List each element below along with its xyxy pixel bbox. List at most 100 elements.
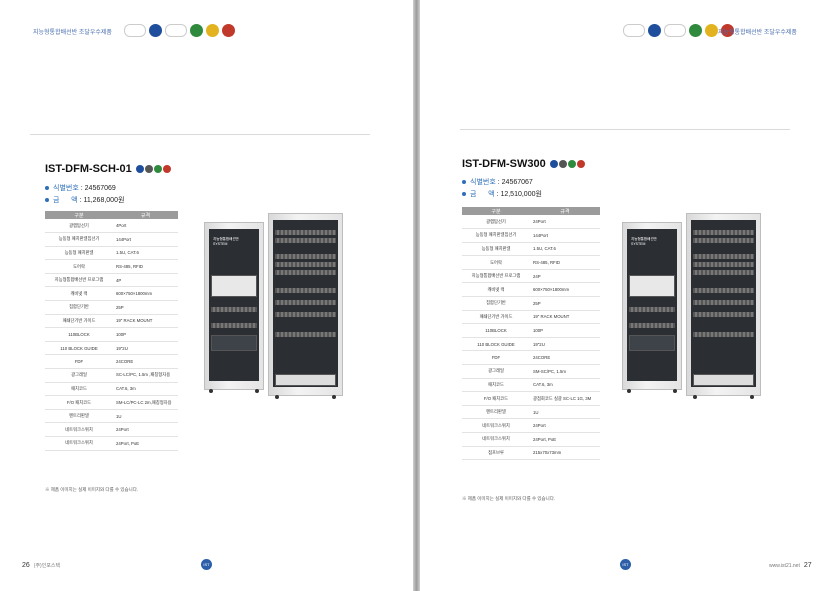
spec-category-cell: 패치코드 [462, 378, 530, 393]
id-label: 식별번호 [470, 179, 496, 186]
gs-logo-icon [648, 24, 661, 37]
cabinet-label-line2: SYSTEM [631, 241, 646, 246]
cabinet-side [686, 213, 761, 399]
table-row: 패쇄단기반 가이드 19" RACK MOUNT [462, 310, 600, 325]
spec-value-cell: 100P [113, 327, 178, 342]
spec-value-cell: 1.5U, CAT.6 [113, 246, 178, 261]
spec-category-cell: 네트워크스위치 [45, 422, 113, 437]
bullet-icon [462, 180, 466, 184]
header-category: 구분 [462, 207, 530, 215]
image-disclaimer: ※ 제품 이미지는 실제 이미지와 다를 수 있습니다. [462, 496, 556, 501]
table-row: 네트워크스위치 24Port [462, 418, 600, 433]
spec-value-cell: 24CORE [113, 354, 178, 370]
spec-category-cell: 도어락 [462, 255, 530, 270]
spec-value-cell: 4Port [113, 219, 178, 234]
table-row: 광그레일 SM-SC/PC, 1.5m [462, 364, 600, 379]
gs-logo-icon [149, 24, 162, 37]
header-spec: 규격 [530, 207, 600, 215]
spec-value-cell: 24P [530, 269, 600, 284]
table-row: 도어락 RS-485, RFID [462, 255, 600, 270]
spec-value-cell: SC-LC/PC, 1.5m ,패칭형자용 [113, 368, 178, 383]
spec-category-cell: 광그레일 [462, 364, 530, 379]
table-row: 광랩탑선기 4Port [45, 219, 178, 234]
table-row: 집합단기반 25P [45, 300, 178, 315]
cabinet-side [268, 213, 343, 399]
spec-category-cell: 캐비넷 랙 [45, 286, 113, 302]
spec-value-cell: RS-485, RFID [113, 259, 178, 274]
id-value: : 24567069 [80, 184, 116, 192]
divider [460, 129, 790, 130]
table-row: FDF 24CORE [45, 354, 178, 370]
table-row: 지능형통합배선반 프로그램 4P [45, 273, 178, 288]
spec-category-cell: 패쇄단기반 가이드 [45, 314, 113, 329]
table-row: 패쇄단기반 가이드 19" RACK MOUNT [45, 314, 178, 329]
spec-value-cell: 215x70x73mm [530, 446, 600, 461]
pps-excellent-logo-icon [124, 24, 146, 37]
spec-value-cell: 19"2U [530, 337, 600, 352]
spec-value-cell: 24Port [113, 422, 178, 437]
table-row: 광그레일 SC-LC/PC, 1.5m ,패칭형자용 [45, 368, 178, 383]
spec-category-cell: 네트워크스위치 [462, 418, 530, 433]
page-footer-right: www.ist21.net 27 [769, 562, 812, 569]
spec-value-cell: 144Port [530, 228, 600, 243]
pps-icon [144, 165, 153, 173]
spec-value-cell: 1U [530, 405, 600, 420]
table-row: 패치코드 CAT.6, 3m [462, 378, 600, 393]
table-row: 멘트리판넬 1U [462, 405, 600, 420]
spec-value-cell: 25P [113, 300, 178, 315]
product-price-row: 금 액 : 11,268,000원 [45, 195, 124, 205]
product-price-row: 금 액 : 12,510,000원 [462, 189, 542, 199]
spec-category-cell: 110BLOCK [462, 323, 530, 338]
cabinet-label-line1: 지능형통합배선반 [213, 237, 239, 241]
table-row: 네트워크스위치 24Port, PoE [45, 436, 178, 451]
spec-value-cell: 1U [113, 409, 178, 424]
table-row: 능동형 패치판넬 1.5U, CAT.6 [45, 246, 178, 261]
brand-mark-icon: IST [620, 559, 631, 570]
image-disclaimer: ※ 제품 이미지는 실제 이미지와 다를 수 있습니다. [45, 487, 139, 492]
product-cert-icons [549, 160, 585, 168]
id-value: : 24567067 [497, 178, 533, 186]
company-name: (주)인포스텍 [33, 563, 61, 569]
table-row: F/O 패치코드 SM-LC/PC-LC 2m,패칭형자용 [45, 395, 178, 410]
nep-logo-icon [190, 24, 203, 37]
spec-value-cell: 19" RACK MOUNT [530, 310, 600, 325]
table-row: 능동형 패치판넬 1.5U, CAT.6 [462, 242, 600, 257]
table-row: F/O 패치코드 광점회코드 실광 SC-LC 1G, 3M [462, 391, 600, 406]
table-row: 네트워크스위치 24Port [45, 422, 178, 437]
table-row: 점프브루 215x70x73mm [462, 446, 600, 461]
table-row: 능동형 패치판넬집선기 144Port [462, 228, 600, 243]
price-value: : 12,510,000원 [496, 191, 542, 198]
header-category: 구분 [45, 211, 113, 219]
spec-category-cell: 능동형 패치판넬 [45, 246, 113, 261]
spec-table-body: 광랩탑선기 24Port 능동형 패치판넬집선기 144Port 능동형 패치판넬 1.5… [462, 215, 600, 461]
spec-value-cell: 24CORE [530, 350, 600, 366]
table-row: 능동형 패치판넬집선기 144Port [45, 232, 178, 247]
spec-category-cell: 멘트리판넬 [45, 409, 113, 424]
spec-category-cell: 110 BLOCK GUIDE [462, 337, 530, 352]
bullet-icon [45, 198, 49, 202]
table-row: 패치코드 CAT.6, 3m [45, 382, 178, 397]
table-row: 캐비넷 랙 600×750×1800mm [45, 286, 178, 302]
cabinet-label-line1: 지능형통합배선반 [631, 237, 657, 241]
spec-category-cell: 네트워크스위치 [45, 436, 113, 451]
spec-category-cell: 능동형 패치판넬집선기 [462, 228, 530, 243]
excellent-product-logo-icon [664, 24, 686, 37]
page-gutter [413, 0, 420, 591]
nep-icon [567, 160, 576, 168]
table-row: 멘트리판넬 1U [45, 409, 178, 424]
bullet-icon [462, 192, 466, 196]
spec-value-cell: CAT.6, 3m [530, 378, 600, 393]
table-row: 110BLOCK 100P [462, 323, 600, 338]
spec-category-cell: F/O 패치코드 [45, 395, 113, 410]
spec-value-cell: 100P [530, 323, 600, 338]
page-footer-left: 26 (주)인포스텍 [22, 562, 60, 569]
gs-icon [135, 165, 144, 173]
spec-value-cell: 600×750×1800mm [113, 286, 178, 302]
excellent-product-logo-icon [165, 24, 187, 37]
spec-category-cell: 점프브루 [462, 446, 530, 461]
spec-category-cell: 집합단기반 [462, 296, 530, 311]
spec-value-cell: 24Port, PoE [530, 432, 600, 447]
spec-value-cell: 19" RACK MOUNT [113, 314, 178, 329]
table-row: 110 BLOCK GUIDE 19"2U [462, 337, 600, 352]
spec-table-body: 광랩탑선기 4Port 능동형 패치판넬집선기 144Port 능동형 패치판넬 1.5U… [45, 219, 178, 451]
